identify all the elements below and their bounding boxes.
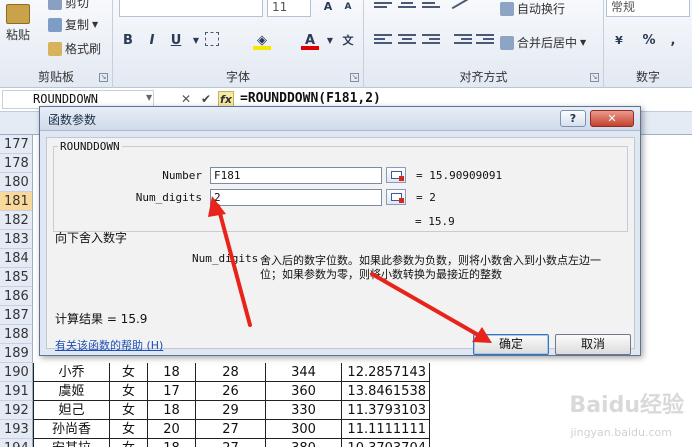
annotation-arrow-to-num-digits — [208, 196, 252, 327]
annotation-arrow-to-ok — [370, 272, 492, 343]
annotation-arrows — [208, 196, 492, 343]
